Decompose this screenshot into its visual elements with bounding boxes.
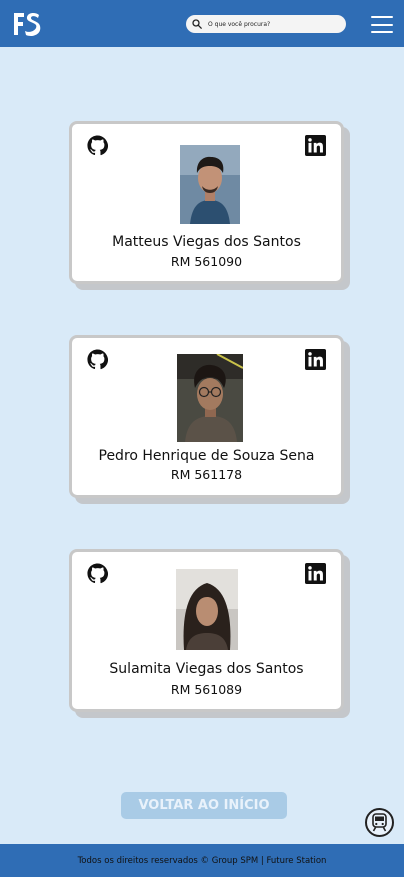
linkedin-icon[interactable] <box>305 563 326 584</box>
github-icon[interactable] <box>87 349 108 370</box>
search-icon <box>192 19 202 29</box>
github-icon[interactable] <box>87 563 108 584</box>
member-rm: RM 561090 <box>170 254 243 269</box>
member-name: Sulamita Viegas dos Santos <box>109 661 304 677</box>
member-card: Sulamita Viegas dos Santos RM 561089 <box>69 549 344 712</box>
github-icon[interactable] <box>87 135 108 156</box>
train-icon[interactable] <box>365 808 394 837</box>
member-card: Pedro Henrique de Souza Sena RM 561178 <box>69 335 344 498</box>
member-photo <box>176 569 238 650</box>
member-name: Pedro Henrique de Souza Sena <box>98 448 315 464</box>
member-name: Matteus Viegas dos Santos <box>112 234 301 250</box>
footer-text: Todos os direitos reservados © Group SPM… <box>77 855 327 866</box>
search-bar[interactable] <box>186 15 346 33</box>
member-rm: RM 561089 <box>170 682 243 697</box>
member-card: Matteus Viegas dos Santos RM 561090 <box>69 121 344 284</box>
member-photo <box>177 354 243 442</box>
train-glyph-icon <box>372 813 387 832</box>
linkedin-icon[interactable] <box>305 349 326 370</box>
fs-logo[interactable] <box>12 10 42 38</box>
linkedin-icon[interactable] <box>305 135 326 156</box>
search-input[interactable] <box>208 20 338 28</box>
top-navbar <box>0 0 404 47</box>
member-photo <box>180 145 240 224</box>
back-to-home-button[interactable]: VOLTAR AO INÍCIO <box>121 792 287 819</box>
footer: Todos os direitos reservados © Group SPM… <box>0 844 404 877</box>
member-rm: RM 561178 <box>170 467 243 482</box>
hamburger-menu-icon[interactable] <box>371 16 393 33</box>
